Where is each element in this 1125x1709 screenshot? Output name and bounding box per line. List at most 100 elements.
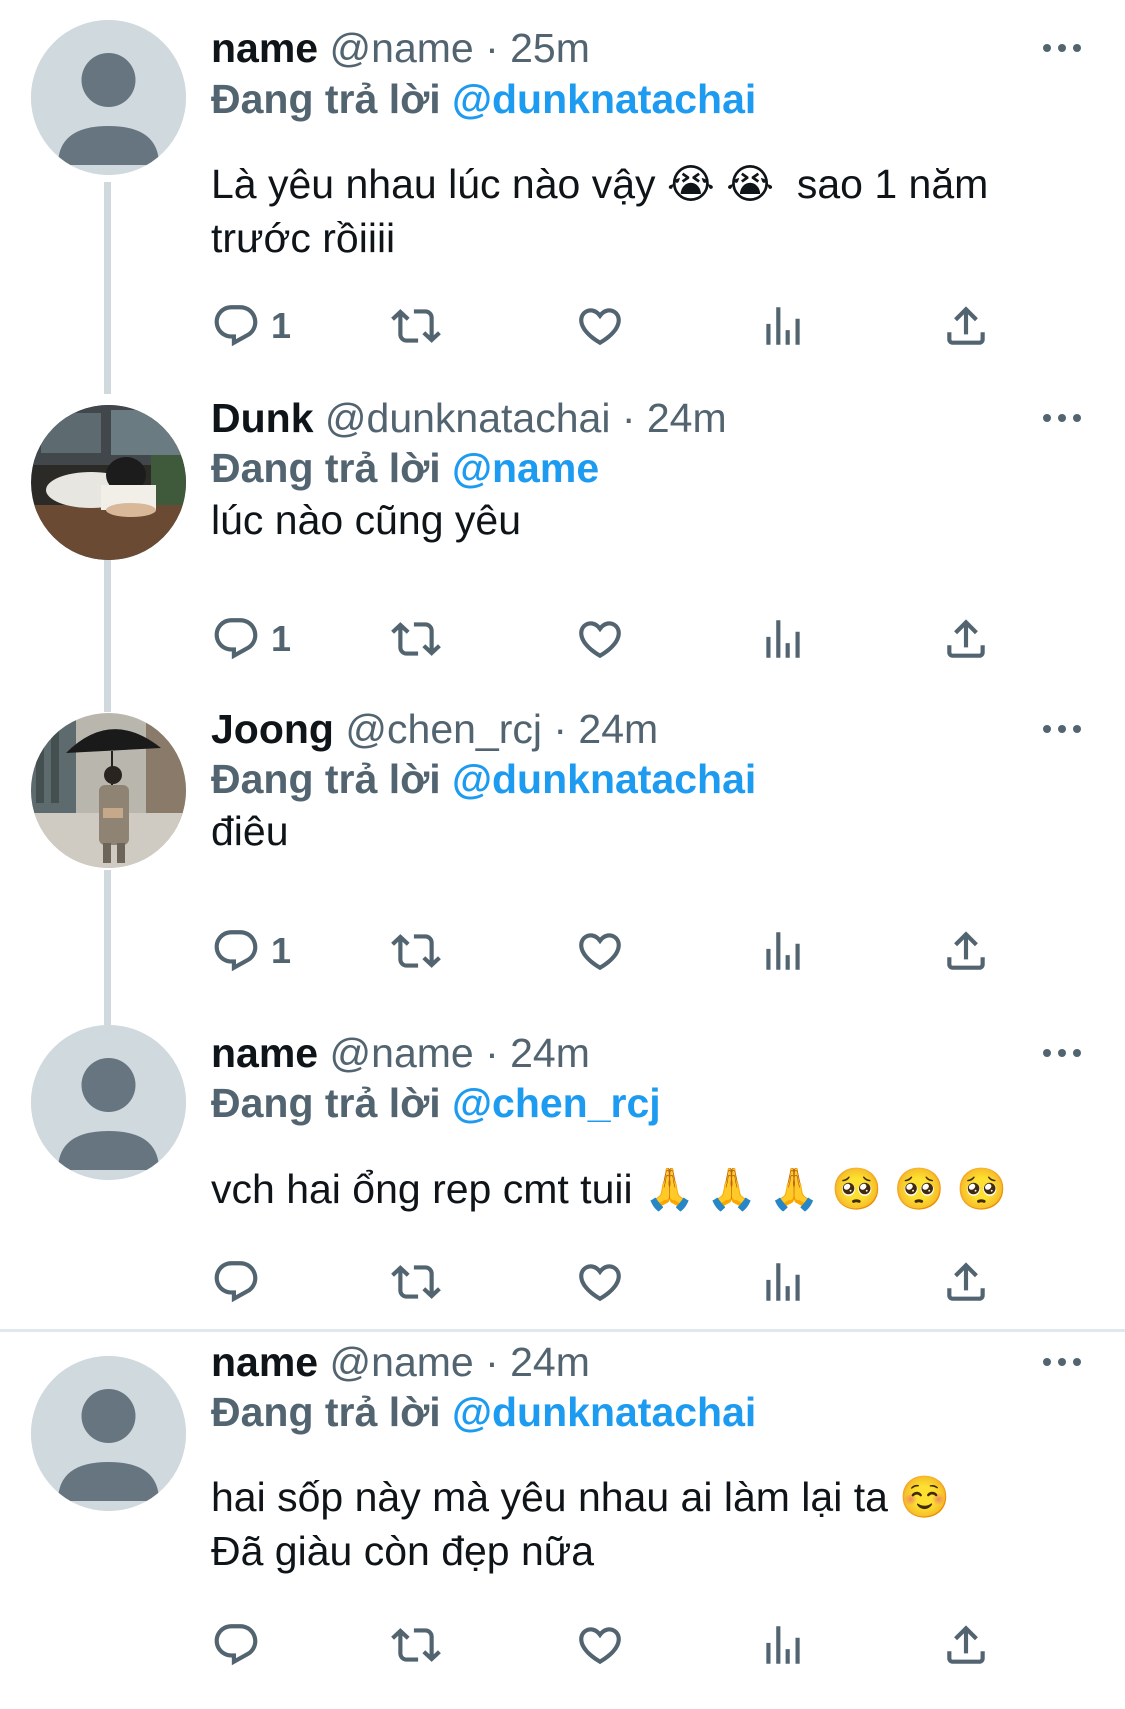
display-name[interactable]: Dunk: [211, 395, 314, 441]
more-options-icon[interactable]: [1040, 1352, 1084, 1372]
replying-to: Đang trả lời @dunknatachai: [211, 74, 756, 124]
share-icon: [941, 301, 991, 351]
tweet-text: điêu: [211, 808, 289, 854]
views-button[interactable]: [758, 925, 808, 977]
replying-to: Đang trả lời @name: [211, 443, 599, 493]
more-options-icon[interactable]: [1040, 38, 1084, 58]
reply-count: 1: [271, 930, 292, 971]
tweet[interactable]: name @name · 24m Đang trả lời @chen_rcj …: [0, 1020, 1125, 1330]
views-icon: [758, 614, 808, 664]
default-avatar-icon[interactable]: [31, 20, 186, 175]
tweet-text: hai sốp này mà yêu nhau ai làm lại ta ☺️…: [211, 1474, 951, 1574]
tweet-header: Joong @chen_rcj · 24m: [211, 704, 658, 754]
reply-icon: [211, 1257, 261, 1307]
reply-button[interactable]: 1: [211, 925, 291, 977]
more-options-icon[interactable]: [1040, 408, 1084, 428]
replying-to-label: Đang trả lời: [211, 756, 441, 802]
tweet[interactable]: Joong @chen_rcj · 24m Đang trả lời @dunk…: [0, 705, 1125, 1020]
display-name[interactable]: name: [211, 1339, 318, 1385]
views-icon: [758, 926, 808, 976]
like-button[interactable]: [575, 300, 625, 352]
share-icon: [941, 926, 991, 976]
retweet-icon: [391, 1257, 441, 1307]
retweet-icon: [391, 1620, 441, 1670]
tweet-header: Dunk @dunknatachai · 24m: [211, 393, 727, 443]
share-icon: [941, 1620, 991, 1670]
retweet-button[interactable]: [391, 613, 441, 665]
tweet-text: Là yêu nhau lúc nào vậy 😭 😭 sao 1 năm tr…: [211, 161, 989, 261]
handle-time: @dunknatachai · 24m: [324, 395, 727, 441]
reply-icon: [211, 614, 261, 664]
tweet[interactable]: Dunk @dunknatachai · 24m Đang trả lời @n…: [0, 395, 1125, 705]
share-button[interactable]: [941, 613, 991, 665]
handle-time: @chen_rcj · 24m: [345, 706, 659, 752]
replying-to-label: Đang trả lời: [211, 445, 441, 491]
action-bar: [211, 1256, 1071, 1308]
action-bar: [211, 1619, 1071, 1671]
share-button[interactable]: [941, 300, 991, 352]
display-name[interactable]: Joong: [211, 706, 334, 752]
default-avatar-icon[interactable]: [31, 1356, 186, 1511]
handle-time: @name · 25m: [329, 25, 590, 71]
like-button[interactable]: [575, 1619, 625, 1671]
like-button[interactable]: [575, 925, 625, 977]
share-button[interactable]: [941, 925, 991, 977]
reply-count: 1: [271, 305, 292, 346]
replying-to: Đang trả lời @dunknatachai: [211, 1387, 756, 1437]
views-button[interactable]: [758, 1256, 808, 1308]
share-button[interactable]: [941, 1619, 991, 1671]
tweet-text: lúc nào cũng yêu: [211, 497, 522, 543]
replying-to-handle-link[interactable]: @dunknatachai: [452, 1389, 756, 1435]
heart-icon: [575, 926, 625, 976]
heart-icon: [575, 301, 625, 351]
reply-button[interactable]: [211, 1619, 271, 1671]
views-button[interactable]: [758, 300, 808, 352]
reply-button[interactable]: 1: [211, 613, 291, 665]
handle-time: @name · 24m: [329, 1030, 590, 1076]
retweet-button[interactable]: [391, 925, 441, 977]
reply-button[interactable]: [211, 1256, 271, 1308]
action-bar: 1: [211, 613, 1071, 665]
retweet-icon: [391, 926, 441, 976]
views-icon: [758, 301, 808, 351]
action-bar: 1: [211, 300, 1071, 352]
heart-icon: [575, 1620, 625, 1670]
replying-to-label: Đang trả lời: [211, 1389, 441, 1435]
views-icon: [758, 1257, 808, 1307]
display-name[interactable]: name: [211, 1030, 318, 1076]
like-button[interactable]: [575, 613, 625, 665]
dunk-photo-avatar[interactable]: [31, 405, 186, 560]
share-icon: [941, 614, 991, 664]
heart-icon: [575, 614, 625, 664]
retweet-icon: [391, 614, 441, 664]
replying-to-label: Đang trả lời: [211, 76, 441, 122]
tweet-header: name @name · 24m: [211, 1028, 590, 1078]
retweet-button[interactable]: [391, 300, 441, 352]
like-button[interactable]: [575, 1256, 625, 1308]
replying-to-handle-link[interactable]: @dunknatachai: [452, 756, 756, 802]
replying-to-handle-link[interactable]: @dunknatachai: [452, 76, 756, 122]
tweet[interactable]: name @name · 24m Đang trả lời @dunknatac…: [0, 1335, 1125, 1709]
more-options-icon[interactable]: [1040, 1043, 1084, 1063]
reply-icon: [211, 301, 261, 351]
views-button[interactable]: [758, 1619, 808, 1671]
divider: [0, 1329, 1125, 1332]
display-name[interactable]: name: [211, 25, 318, 71]
replying-to: Đang trả lời @chen_rcj: [211, 1078, 661, 1128]
tweet-header: name @name · 24m: [211, 1337, 590, 1387]
replying-to-handle-link[interactable]: @name: [452, 445, 599, 491]
replying-to: Đang trả lời @dunknatachai: [211, 754, 756, 804]
joong-photo-avatar[interactable]: [31, 713, 186, 868]
retweet-button[interactable]: [391, 1256, 441, 1308]
reply-button[interactable]: 1: [211, 300, 291, 352]
retweet-icon: [391, 301, 441, 351]
views-button[interactable]: [758, 613, 808, 665]
views-icon: [758, 1620, 808, 1670]
default-avatar-icon[interactable]: [31, 1025, 186, 1180]
replying-to-handle-link[interactable]: @chen_rcj: [452, 1080, 661, 1126]
share-button[interactable]: [941, 1256, 991, 1308]
tweet[interactable]: name @name · 25m Đang trả lời @dunknatac…: [0, 0, 1125, 395]
tweet-header: name @name · 25m: [211, 23, 590, 73]
more-options-icon[interactable]: [1040, 719, 1084, 739]
retweet-button[interactable]: [391, 1619, 441, 1671]
